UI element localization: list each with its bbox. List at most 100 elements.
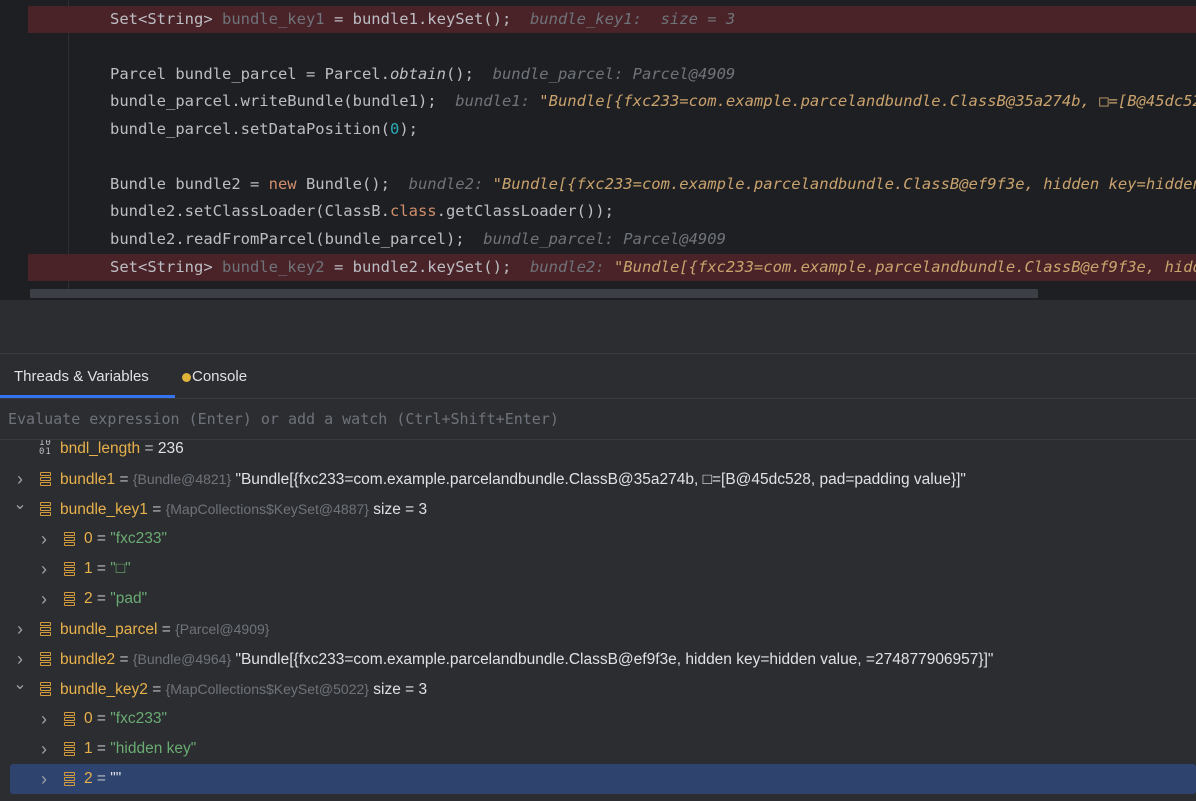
object-icon [64, 532, 75, 546]
variable-child-row[interactable]: › 0 = "fxc233" [0, 704, 1196, 734]
code-token: bundle_key1 [221, 10, 325, 28]
tab-console[interactable]: Console [182, 354, 247, 398]
inline-debug-value: bundle_parcel: Parcel@4909 [492, 65, 736, 83]
variable-type: {MapCollections$KeySet@5022} [165, 681, 369, 697]
variable-name: bndl_length [60, 440, 141, 457]
code-line[interactable]: bundle2.setClassLoader(ClassB.class.getC… [0, 198, 1196, 225]
code-text: Set<String> bundle_key1 = bundle1.keySet… [110, 6, 735, 33]
equals-sign: = [140, 440, 158, 457]
variable-value: "Bundle[{fxc233=com.example.parcelandbun… [231, 471, 966, 488]
code-token: = bundle1.keySet(); [324, 10, 512, 28]
object-icon [40, 472, 51, 486]
variable-content: bundle_parcel = {Parcel@4909} [60, 614, 269, 645]
code-line[interactable]: Set<String> bundle_key1 = bundle1.keySet… [28, 6, 1196, 33]
variable-value: "Bundle[{fxc233=com.example.parcelandbun… [231, 651, 994, 668]
variable-name: bundle_key1 [60, 501, 148, 518]
code-token: bundle2.readFromParcel(bundle_parcel); [110, 230, 465, 248]
variable-child-row[interactable]: › 1 = "hidden key" [0, 734, 1196, 764]
chevron-down-icon[interactable]: ⌄ [12, 494, 28, 524]
console-icon [182, 373, 191, 382]
inline-debug-value: "Bundle[{fxc233=com.example.parcelandbun… [492, 175, 1196, 193]
code-token: bundle_parcel.setDataPosition( [110, 120, 390, 138]
code-editor[interactable]: Set<String> bundle_key1 = bundle1.keySet… [0, 0, 1196, 300]
panel-splitter[interactable] [0, 300, 1196, 354]
variable-content: bundle_key1 = {MapCollections$KeySet@488… [60, 494, 427, 525]
object-icon [40, 682, 51, 696]
variable-child-row[interactable]: › 2 = "pad" [0, 584, 1196, 614]
variable-child-row[interactable]: › 2 = "" [10, 764, 1196, 794]
equals-sign: = [92, 560, 111, 577]
code-token: obtain [389, 65, 446, 83]
code-line[interactable]: bundle2.readFromParcel(bundle_parcel); b… [0, 226, 1196, 253]
equals-sign: = [157, 621, 176, 638]
code-token: class [389, 202, 437, 220]
chevron-down-icon[interactable]: ⌄ [12, 674, 28, 704]
variable-row[interactable]: › bundle_parcel = {Parcel@4909} [0, 614, 1196, 644]
code-text: Set<String> bundle_key2 = bundle2.keySet… [110, 254, 1196, 281]
editor-gutter [0, 0, 28, 300]
equals-sign: = [92, 740, 111, 757]
horizontal-scrollbar[interactable] [30, 289, 1038, 298]
object-icon [40, 652, 51, 666]
code-line[interactable]: bundle_parcel.writeBundle(bundle1); bund… [0, 88, 1196, 115]
code-line[interactable]: bundle_parcel.setDataPosition(0); [0, 116, 1196, 143]
inline-debug-value: bundle_key1: size = 3 [529, 10, 736, 28]
variable-child-row[interactable]: › 1 = "□" [0, 554, 1196, 584]
inline-debug-value: "Bundle[{fxc233=com.example.parcelandbun… [539, 92, 1196, 110]
variable-string-value: "pad" [110, 590, 148, 607]
variable-name: 0 [84, 530, 93, 547]
code-token: new [268, 175, 297, 193]
variable-name: 2 [84, 770, 93, 787]
variable-row[interactable]: ⌄ bundle_key2 = {MapCollections$KeySet@50… [0, 674, 1196, 704]
inline-debug-label: bundle1: [455, 92, 540, 110]
object-icon [64, 772, 75, 786]
equals-sign: = [92, 530, 111, 547]
chevron-right-icon[interactable]: › [36, 764, 52, 794]
tab-threads-variables[interactable]: Threads & Variables [14, 354, 149, 398]
equals-sign: = [92, 770, 111, 787]
code-line[interactable]: Set<String> bundle_key2 = bundle2.keySet… [28, 254, 1196, 281]
chevron-right-icon[interactable]: › [36, 524, 52, 554]
debug-tab-bar: Threads & Variables Console [0, 354, 1196, 399]
chevron-right-icon[interactable]: › [36, 704, 52, 734]
variable-name: bundle2 [60, 651, 116, 668]
variables-tree: 10 01 bndl_length = 236 › bundle1 = {Bundle@… [0, 440, 1196, 801]
variable-row[interactable]: ⌄ bundle_key1 = {MapCollections$KeySet@48… [0, 494, 1196, 524]
chevron-right-icon[interactable]: › [36, 554, 52, 584]
code-line[interactable]: Bundle bundle2 = new Bundle(); bundle2: … [0, 171, 1196, 198]
object-icon [64, 592, 75, 606]
variable-value: "" [110, 770, 122, 787]
chevron-right-icon[interactable]: › [12, 614, 28, 644]
equals-sign: = [115, 651, 133, 668]
code-token: .getClassLoader()); [436, 202, 614, 220]
code-line[interactable]: Parcel bundle_parcel = Parcel.obtain(); … [0, 61, 1196, 88]
chevron-right-icon[interactable]: › [36, 734, 52, 764]
code-token: Bundle(); [296, 175, 390, 193]
variable-content: 2 = "" [84, 764, 121, 794]
inline-debug-value: "Bundle[{fxc233=com.example.parcelandbun… [613, 258, 1196, 276]
code-token: Parcel bundle_parcel = Parcel. [110, 65, 390, 83]
variable-string-value: "fxc233" [110, 530, 167, 547]
variable-string-value: "□" [110, 560, 131, 577]
variable-row[interactable]: › bundle2 = {Bundle@4964} "Bundle[{fxc233… [0, 644, 1196, 674]
variable-child-row[interactable]: › 0 = "fxc233" [0, 524, 1196, 554]
variable-content: 0 = "fxc233" [84, 704, 167, 734]
equals-sign: = [92, 590, 111, 607]
variable-content: 1 = "hidden key" [84, 734, 196, 764]
code-token: Set<String> [110, 10, 222, 28]
variable-name: bundle1 [60, 471, 116, 488]
variable-content: bndl_length = 236 [60, 440, 184, 464]
code-text: bundle2.readFromParcel(bundle_parcel); b… [110, 226, 726, 253]
evaluate-expression-input[interactable] [8, 399, 1188, 439]
inline-debug-value: bundle_parcel: Parcel@4909 [483, 230, 726, 248]
chevron-right-icon[interactable]: › [36, 584, 52, 614]
code-text: Bundle bundle2 = new Bundle(); bundle2: … [110, 171, 1196, 198]
variable-row[interactable]: 10 01 bndl_length = 236 [0, 440, 1196, 464]
chevron-right-icon[interactable]: › [12, 644, 28, 674]
variable-row[interactable]: › bundle1 = {Bundle@4821} "Bundle[{fxc233… [0, 464, 1196, 494]
number-icon: 10 01 [39, 440, 52, 457]
chevron-right-icon[interactable]: › [12, 464, 28, 494]
code-token: ); [399, 120, 418, 138]
variable-string-value: "fxc233" [110, 710, 167, 727]
code-text: bundle_parcel.writeBundle(bundle1); bund… [110, 88, 1196, 115]
